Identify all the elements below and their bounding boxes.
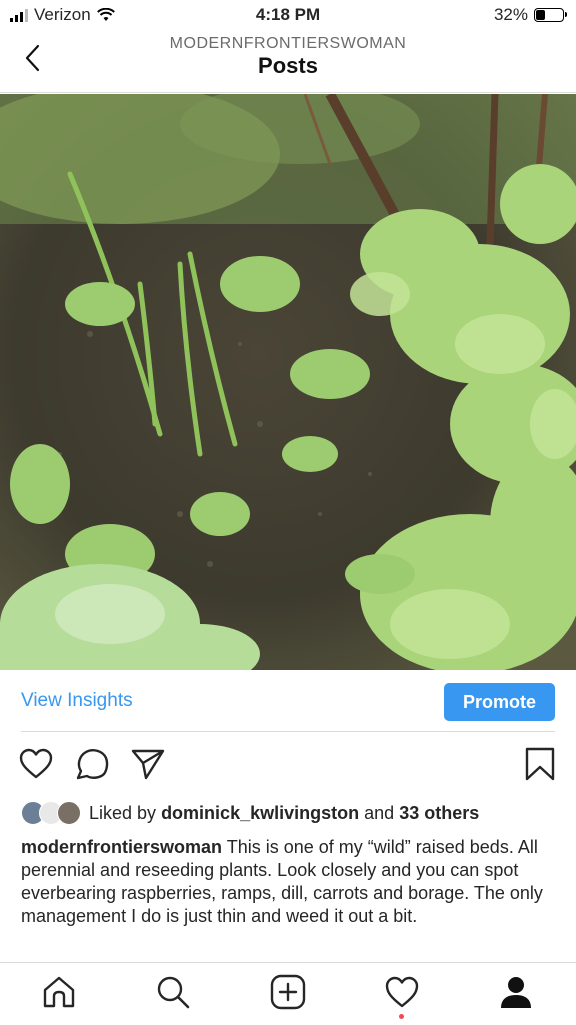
share-icon[interactable] [130, 746, 166, 782]
profile-icon[interactable] [497, 973, 535, 1011]
post-actions [0, 746, 576, 786]
page-title: Posts [258, 53, 318, 78]
status-bar: Verizon 4:18 PM 32% [0, 0, 576, 30]
bookmark-icon[interactable] [522, 746, 558, 782]
battery-info: 32% [493, 5, 567, 25]
clock: 4:18 PM [255, 5, 321, 24]
avatar [57, 801, 81, 825]
comment-icon[interactable] [74, 746, 110, 782]
post-image[interactable] [0, 94, 576, 670]
battery-percent: 32% [493, 5, 528, 24]
add-post-icon[interactable] [269, 973, 307, 1011]
activity-heart-icon[interactable] [383, 973, 421, 1011]
heart-icon[interactable] [18, 746, 54, 782]
view-insights-link[interactable]: View Insights [21, 690, 133, 712]
notification-dot [399, 1014, 404, 1019]
liked-by-text: Liked by dominick_kwlivingston and 33 ot… [89, 803, 479, 824]
liker-avatars [21, 800, 83, 826]
search-icon[interactable] [154, 973, 192, 1011]
liked-others-link[interactable]: 33 others [399, 803, 479, 823]
garden-photo [0, 94, 576, 670]
divider [21, 731, 555, 732]
insights-row: View Insights Promote [0, 671, 576, 731]
promote-button[interactable]: Promote [444, 683, 555, 721]
header-username: MODERNFRONTIERSWOMAN [169, 35, 407, 52]
caption-username[interactable]: modernfrontierswoman [21, 837, 222, 857]
top-header: MODERNFRONTIERSWOMAN Posts [0, 30, 576, 93]
liked-by-label: Liked by [89, 802, 157, 823]
liked-and-label: and [364, 802, 395, 823]
home-icon[interactable] [40, 973, 78, 1011]
liked-by-username[interactable]: dominick_kwlivingston [161, 803, 359, 823]
battery-icon [534, 8, 567, 22]
post-caption: modernfrontierswoman This is one of my “… [21, 836, 557, 928]
bottom-tab-bar [0, 962, 576, 1025]
likes-row[interactable]: Liked by dominick_kwlivingston and 33 ot… [21, 800, 561, 826]
